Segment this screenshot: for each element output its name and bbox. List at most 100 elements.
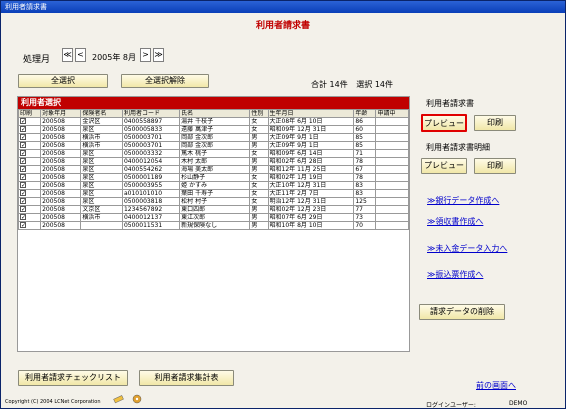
- login-user-label: ログインユーザー:: [426, 402, 476, 409]
- print-cell[interactable]: ✓: [17, 157, 42, 166]
- print-cell[interactable]: ✓: [17, 189, 42, 198]
- table-cell: 文京区: [80, 205, 123, 214]
- user-list-panel: 利用者選択 印刷 対象年月 保険者名 利用者コード 氏名 性別 生年月日 年齢 …: [17, 96, 410, 352]
- table-cell: 男: [249, 133, 269, 142]
- table-row[interactable]: ✓ 200508 0500011531 新規保険なし男昭和10年 8月 10日 70: [17, 221, 409, 230]
- detail-preview-button[interactable]: プレビュー: [421, 158, 467, 174]
- table-row[interactable]: ✓ 200508 泉区 0400012054 木村 太郎男昭和02年 6月 28日 78: [17, 157, 409, 166]
- period-label: 処理月: [23, 55, 51, 65]
- print-checkbox[interactable]: ✓: [20, 206, 26, 213]
- table-cell: 60: [353, 125, 377, 134]
- table-cell: [375, 125, 409, 134]
- summary-table-button[interactable]: 利用者請求集計表: [139, 370, 234, 386]
- print-checkbox[interactable]: ✓: [20, 190, 26, 197]
- col-age[interactable]: 年齢: [353, 109, 377, 118]
- bill-preview-button[interactable]: プレビュー: [421, 114, 467, 132]
- receipt-link[interactable]: ≫領収書作成へ: [427, 216, 483, 227]
- table-row[interactable]: ✓ 200508 泉区 0500003332 篤木 桃子女昭和09年 6月 14日 71: [17, 149, 409, 158]
- table-cell: 0500003818: [121, 197, 181, 206]
- print-checkbox[interactable]: ✓: [20, 166, 26, 173]
- print-checkbox[interactable]: ✓: [20, 182, 26, 189]
- table-row[interactable]: ✓ 200508 横浜市 0500003701 岡部 金次郎男大正09年 9月 1日 85: [17, 133, 409, 142]
- prev-prev-month-button[interactable]: ≪: [62, 48, 73, 62]
- table-row[interactable]: ✓ 200508 泉区 0500003955 姫 かすみ女大正10年 12月 31日 83: [17, 181, 409, 190]
- table-row[interactable]: ✓ 200508 泉区 a010101010 葉田 千寿子女大正11年 2月 7日 83: [17, 189, 409, 198]
- print-checkbox[interactable]: ✓: [20, 214, 26, 221]
- print-cell[interactable]: ✓: [17, 213, 42, 222]
- col-pending[interactable]: 申請中: [375, 109, 409, 118]
- col-sex[interactable]: 性別: [249, 109, 269, 118]
- print-cell[interactable]: ✓: [17, 133, 42, 142]
- col-user-code[interactable]: 利用者コード: [121, 109, 181, 118]
- deselect-all-button[interactable]: 全選択解除: [121, 74, 209, 88]
- print-cell[interactable]: ✓: [17, 221, 42, 230]
- table-row[interactable]: ✓ 200508 泉区 0400554262 海場 美太郎男昭和12年 11月 25日 6…: [17, 165, 409, 174]
- print-cell[interactable]: ✓: [17, 141, 42, 150]
- pencil-icon[interactable]: [113, 394, 125, 404]
- select-all-button[interactable]: 全選択: [18, 74, 108, 88]
- print-checkbox[interactable]: ✓: [20, 118, 26, 125]
- col-birthdate[interactable]: 生年月日: [267, 109, 355, 118]
- table-row[interactable]: ✓ 200508 横浜市 0400012137 東江次郎男昭和07年 6月 29日 73: [17, 213, 409, 222]
- print-checkbox[interactable]: ✓: [20, 142, 26, 149]
- next-next-month-button[interactable]: ≫: [153, 48, 164, 62]
- print-checkbox[interactable]: ✓: [20, 174, 26, 181]
- print-checkbox[interactable]: ✓: [20, 134, 26, 141]
- table-cell: 葉田 千寿子: [179, 189, 251, 198]
- login-user-value: DEMO: [509, 400, 528, 407]
- table-cell: 横浜市: [80, 133, 123, 142]
- print-checkbox[interactable]: ✓: [20, 126, 26, 133]
- print-cell[interactable]: ✓: [17, 197, 42, 206]
- table-cell: [375, 149, 409, 158]
- print-cell[interactable]: ✓: [17, 125, 42, 134]
- delete-bill-data-button[interactable]: 請求データの削除: [419, 304, 505, 320]
- table-cell: 泉区: [80, 181, 123, 190]
- bank-data-link[interactable]: ≫銀行データ作成へ: [427, 195, 499, 206]
- unpaid-input-link[interactable]: ≫未入金データ入力へ: [427, 243, 507, 254]
- table-cell: 125: [353, 197, 377, 206]
- bill-print-button[interactable]: 印刷: [474, 115, 516, 131]
- detail-print-button[interactable]: 印刷: [474, 158, 516, 174]
- table-cell: 85: [353, 133, 377, 142]
- table-row[interactable]: ✓ 200508 泉区 0500005833 遠藤 萬津子女昭和09年 12月 31日 6…: [17, 125, 409, 134]
- table-cell: 200508: [40, 125, 82, 134]
- table-cell: 1234567892: [121, 205, 181, 214]
- table-row[interactable]: ✓ 200508 泉区 0500003818 松村 村子女明治12年 12月 31日 12…: [17, 197, 409, 206]
- print-checkbox[interactable]: ✓: [20, 150, 26, 157]
- print-cell[interactable]: ✓: [17, 117, 42, 126]
- bill-label: 利用者請求書: [426, 99, 474, 108]
- table-cell: 200508: [40, 197, 82, 206]
- table-cell: 泉区: [80, 125, 123, 134]
- print-checkbox[interactable]: ✓: [20, 222, 26, 229]
- col-print[interactable]: 印刷: [17, 109, 42, 118]
- table-cell: 篤木 桃子: [179, 149, 251, 158]
- table-cell: 岡部 金次郎: [179, 141, 251, 150]
- app-window: 利用者請求書 利用者請求書 処理月 ≪ < 2005年 8月 > ≫ 全選択 全…: [0, 0, 566, 409]
- table-cell: 73: [353, 213, 377, 222]
- table-cell: 昭和12年 11月 25日: [267, 165, 355, 174]
- col-insurer[interactable]: 保険者名: [80, 109, 123, 118]
- col-month[interactable]: 対象年月: [40, 109, 82, 118]
- prev-month-button[interactable]: <: [75, 48, 86, 62]
- col-name[interactable]: 氏名: [179, 109, 251, 118]
- check-list-button[interactable]: 利用者請求チェックリスト: [18, 370, 128, 386]
- table-cell: 大正11年 2月 7日: [267, 189, 355, 198]
- prev-screen-link[interactable]: 前の画面へ: [476, 380, 516, 391]
- table-cell: 200508: [40, 157, 82, 166]
- print-checkbox[interactable]: ✓: [20, 198, 26, 205]
- table-row[interactable]: ✓ 200508 文京区 1234567892 東口四郎男昭和02年 12月 23日 77: [17, 205, 409, 214]
- print-checkbox[interactable]: ✓: [20, 158, 26, 165]
- disk-icon[interactable]: [131, 394, 143, 404]
- totals: 合計 14件 選択 14件: [311, 79, 393, 90]
- table-cell: 0500003332: [121, 149, 181, 158]
- table-row[interactable]: ✓ 200508 泉区 0500001189 杉山静子女昭和02年 1月 19日 78: [17, 173, 409, 182]
- table-row[interactable]: ✓ 200508 金沢区 0400558897 湯井 千枝子女大正08年 6月 10日 8…: [17, 117, 409, 126]
- print-cell[interactable]: ✓: [17, 173, 42, 182]
- print-cell[interactable]: ✓: [17, 165, 42, 174]
- next-month-button[interactable]: >: [140, 48, 151, 62]
- print-cell[interactable]: ✓: [17, 181, 42, 190]
- print-cell[interactable]: ✓: [17, 149, 42, 158]
- table-row[interactable]: ✓ 200508 横浜市 0500003701 岡部 金次郎男大正09年 9月 1日 85: [17, 141, 409, 150]
- transfer-slip-link[interactable]: ≫振込票作成へ: [427, 269, 483, 280]
- print-cell[interactable]: ✓: [17, 205, 42, 214]
